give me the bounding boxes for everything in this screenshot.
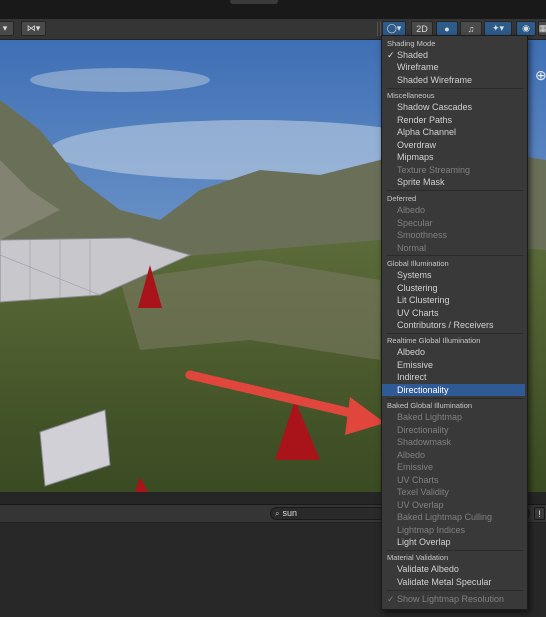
menu-item-deferred-albedo: Albedo	[397, 205, 426, 215]
menu-item-sprite-mask[interactable]: Sprite Mask	[382, 176, 525, 188]
info-filter-icon[interactable]: !	[534, 507, 545, 520]
menu-item-deferred-specular: Specular	[397, 218, 433, 228]
menu-item-baked-albedo: Albedo	[397, 450, 426, 460]
menu-separator	[387, 190, 523, 191]
menu-item-shaded[interactable]: ✓ Shaded	[382, 49, 525, 61]
snap-settings-dropdown[interactable]: ⋈▾	[21, 21, 46, 36]
menu-item-show-lightmap-resolution: ✓ Show Lightmap Resolution	[387, 594, 505, 604]
search-input[interactable]: sun	[282, 508, 297, 519]
audio-toggle-icon[interactable]: ♫	[460, 21, 482, 36]
menu-item-clustering[interactable]: Clustering	[382, 282, 525, 294]
menu-item-light-overlap[interactable]: Light Overlap	[382, 536, 525, 548]
menu-separator	[387, 550, 523, 551]
menu-separator	[387, 398, 523, 399]
menu-item-contributors-receivers[interactable]: Contributors / Receivers	[382, 319, 525, 331]
menu-item-texture-streaming: Texture Streaming	[397, 165, 471, 175]
scene-visibility-icon[interactable]: ◉	[516, 21, 536, 36]
menu-item-texel-validity: Texel Validity	[397, 487, 449, 497]
draw-mode-menu: Shading Mode ✓ Shaded Wireframe Shaded Wi…	[381, 35, 528, 610]
menu-item-gi-uv-charts[interactable]: UV Charts	[382, 307, 525, 319]
menu-item-overdraw[interactable]: Overdraw	[382, 139, 525, 151]
menu-item-deferred-smoothness: Smoothness	[397, 230, 448, 240]
menu-separator	[387, 88, 523, 89]
menu-item-realtime-directionality[interactable]: Directionality	[382, 384, 525, 396]
scene-gizmo-icon[interactable]: ⊕	[535, 67, 546, 83]
menu-item-wireframe[interactable]: Wireframe	[382, 61, 525, 73]
editor-top-bar	[0, 0, 546, 19]
menu-item-lit-clustering[interactable]: Lit Clustering	[382, 294, 525, 306]
draw-mode-dropdown[interactable]: ◯▾	[382, 21, 406, 36]
menu-item-baked-emissive: Emissive	[397, 462, 434, 472]
lighting-toggle-icon[interactable]: ●	[436, 21, 458, 36]
toolbar-divider	[377, 22, 381, 36]
menu-separator	[387, 255, 523, 256]
menu-item-baked-lightmap: Baked Lightmap	[397, 412, 463, 422]
search-icon: ⌕	[275, 509, 280, 518]
menu-item-mipmaps[interactable]: Mipmaps	[382, 151, 525, 163]
menu-item-shaded-wireframe[interactable]: Shaded Wireframe	[382, 74, 525, 86]
menu-separator	[387, 333, 523, 334]
tab-handle[interactable]	[230, 0, 278, 4]
menu-item-uv-overlap: UV Overlap	[397, 500, 444, 510]
scene-tool-dropdown[interactable]: ▾	[0, 21, 14, 36]
menu-item-render-paths[interactable]: Render Paths	[382, 114, 525, 126]
effects-dropdown-icon[interactable]: ✦▾	[484, 21, 512, 36]
menu-item-realtime-emissive[interactable]: Emissive	[382, 359, 525, 371]
menu-item-validate-metal-specular[interactable]: Validate Metal Specular	[382, 576, 525, 588]
toggle-2d-button[interactable]: 2D	[411, 21, 433, 36]
menu-item-baked-uv-charts: UV Charts	[397, 475, 439, 485]
menu-item-shadow-cascades[interactable]: Shadow Cascades	[382, 101, 525, 113]
menu-item-shadowmask: Shadowmask	[397, 437, 452, 447]
menu-item-baked-directionality: Directionality	[397, 425, 449, 435]
grid-toggle-icon[interactable]: ▦	[538, 21, 546, 36]
menu-item-lightmap-indices: Lightmap Indices	[397, 525, 466, 535]
menu-item-systems[interactable]: Systems	[382, 269, 525, 281]
cloud	[30, 68, 210, 92]
menu-item-realtime-albedo[interactable]: Albedo	[382, 346, 525, 358]
check-icon: ✓	[387, 50, 395, 60]
menu-item-alpha-channel[interactable]: Alpha Channel	[382, 126, 525, 138]
menu-separator	[387, 590, 523, 591]
menu-item-realtime-indirect[interactable]: Indirect	[382, 371, 525, 383]
menu-item-validate-albedo[interactable]: Validate Albedo	[382, 563, 525, 575]
menu-item-baked-lightmap-culling: Baked Lightmap Culling	[397, 512, 493, 522]
menu-item-deferred-normal: Normal	[397, 243, 427, 253]
check-icon: ✓	[387, 594, 395, 604]
